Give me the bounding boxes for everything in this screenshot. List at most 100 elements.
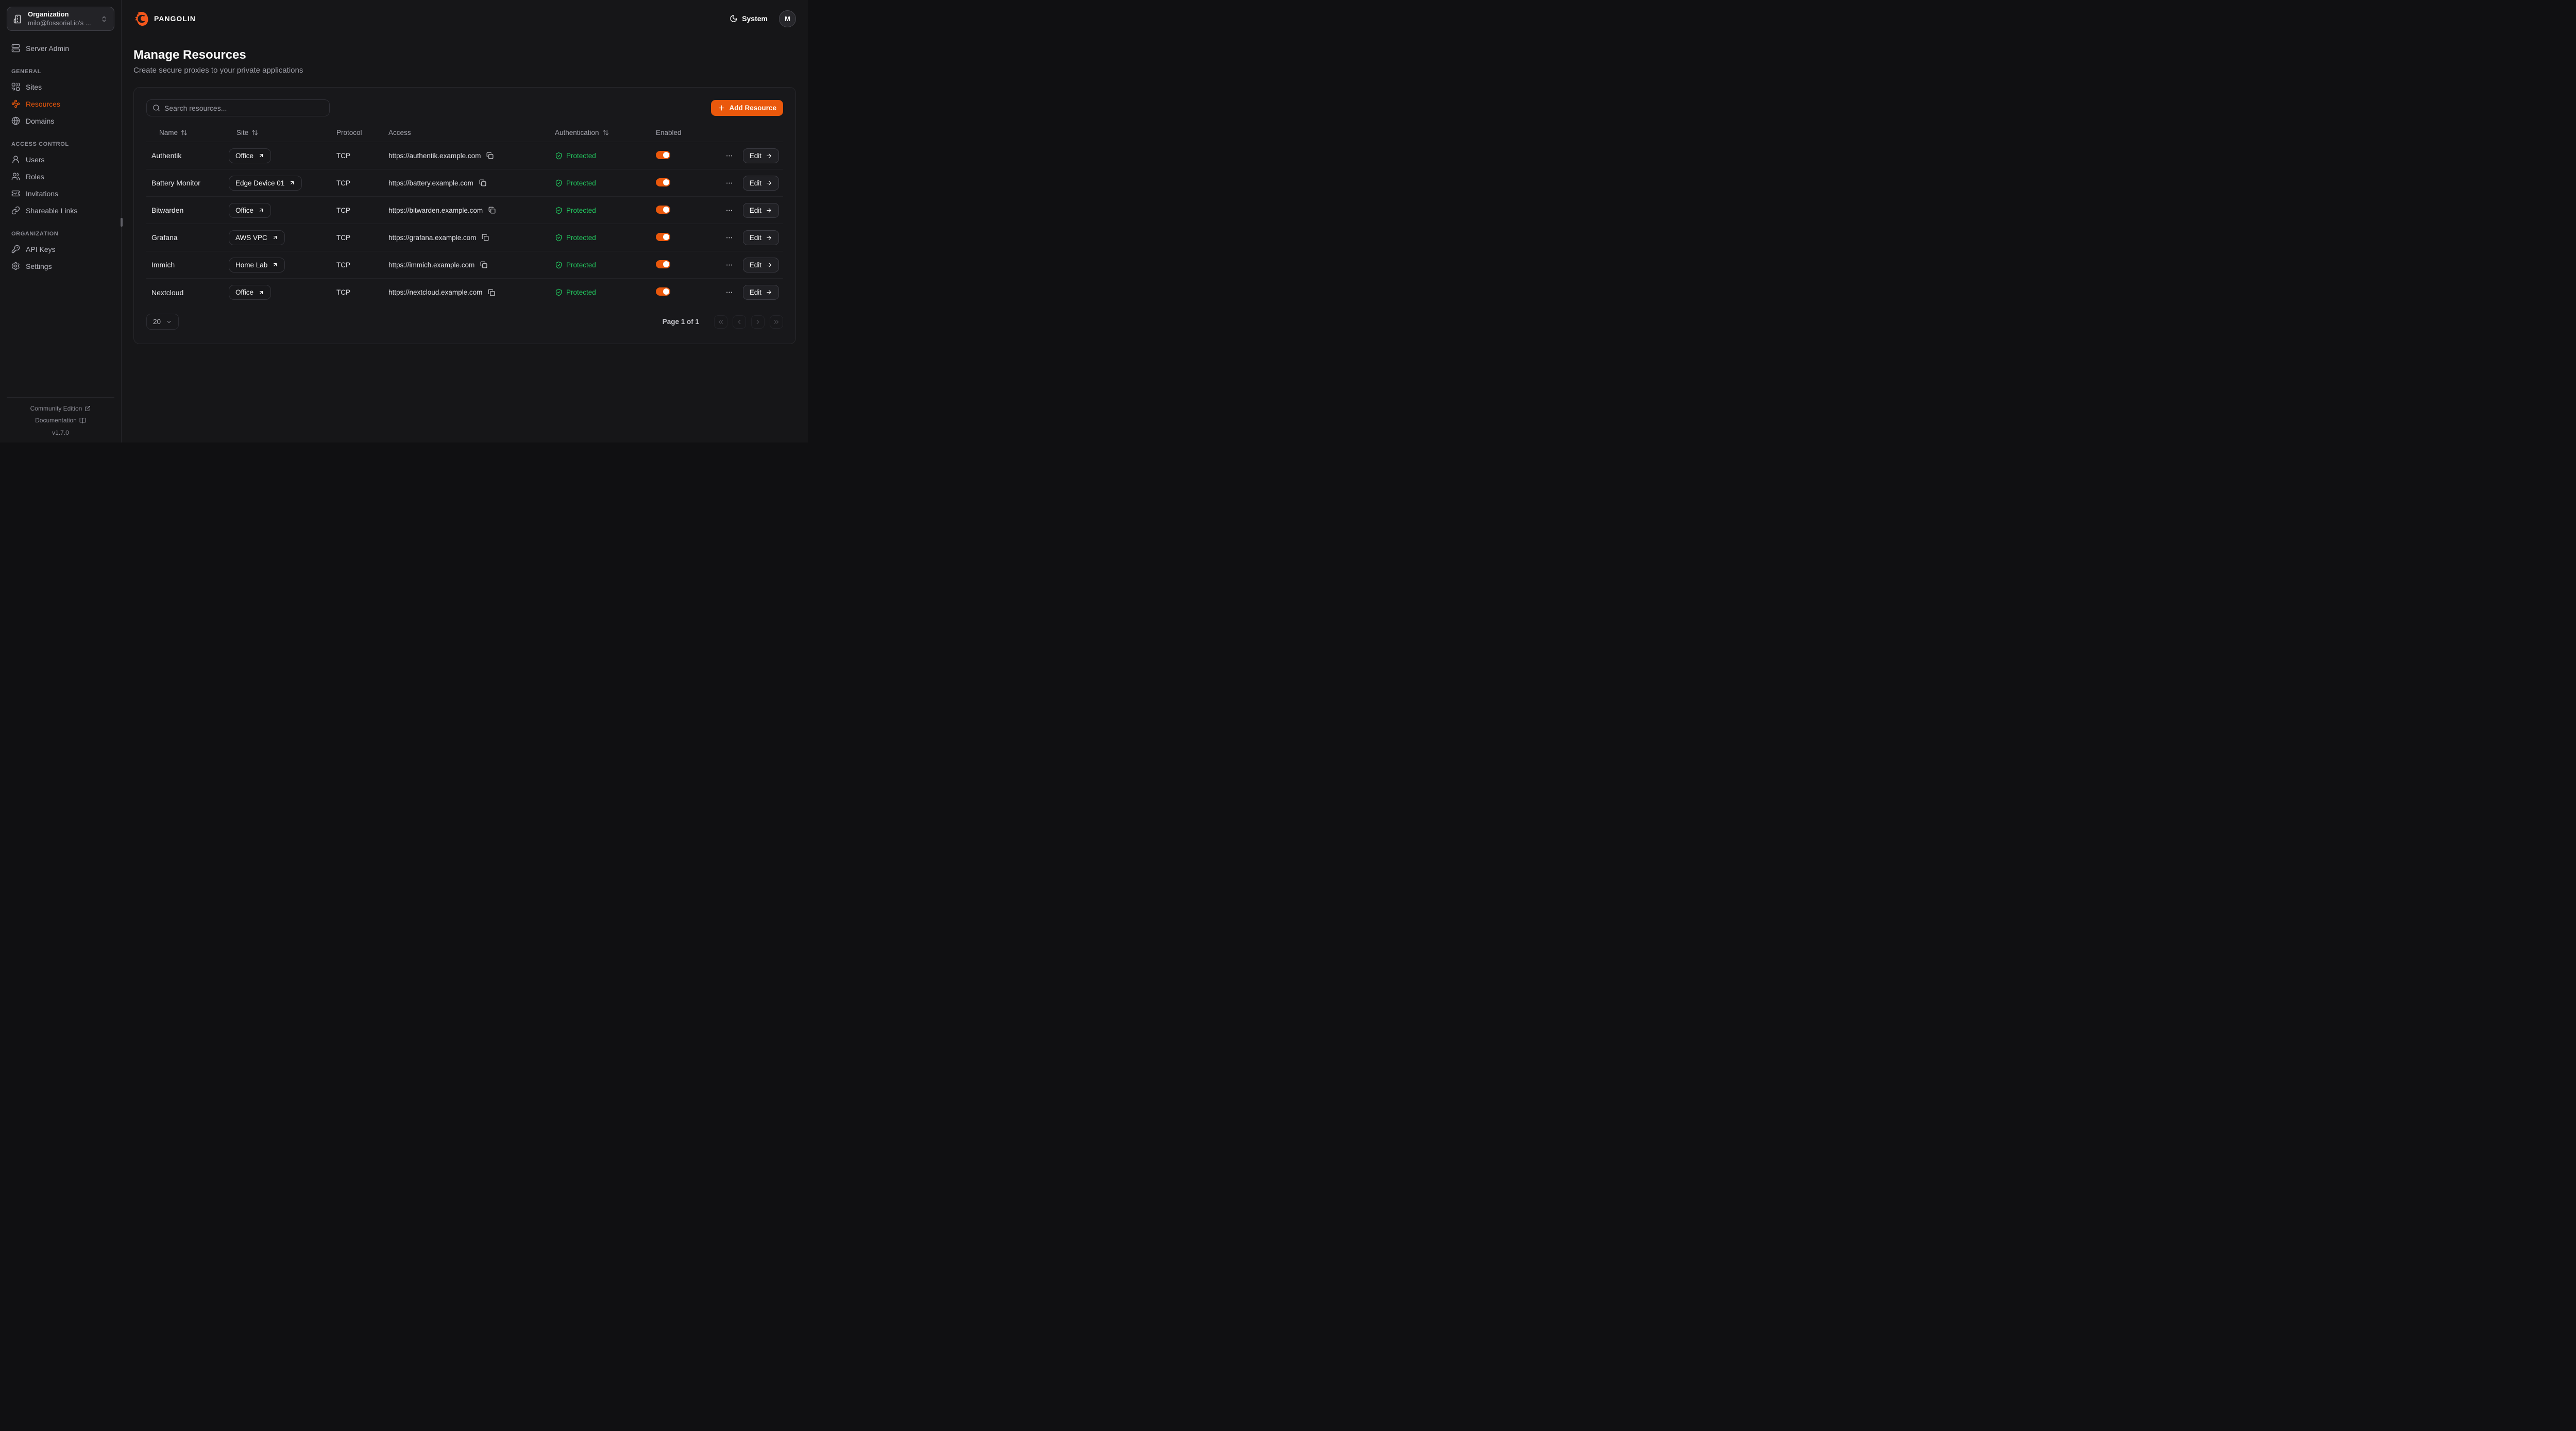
brand-name: PANGOLIN <box>154 14 196 23</box>
chevrons-up-down-icon <box>100 15 108 23</box>
avatar[interactable]: M <box>779 10 796 27</box>
page-subtitle: Create secure proxies to your private ap… <box>133 66 796 75</box>
main-content: PANGOLIN System M Manage Resources Creat… <box>122 0 808 442</box>
theme-toggle[interactable]: System <box>730 14 768 23</box>
sidebar-item-label: Server Admin <box>26 44 69 53</box>
copy-url-button[interactable] <box>482 234 489 241</box>
resources-card: Add Resource Name Site Protocol Access A… <box>133 87 796 344</box>
copy-url-button[interactable] <box>488 289 495 296</box>
shield-check-icon <box>555 179 563 187</box>
resource-protocol: TCP <box>336 288 388 296</box>
enabled-toggle[interactable] <box>656 287 670 296</box>
site-link[interactable]: Office <box>229 148 271 163</box>
site-link[interactable]: Office <box>229 203 271 218</box>
copy-url-button[interactable] <box>488 207 496 214</box>
sidebar-item-server-admin[interactable]: Server Admin <box>7 40 114 56</box>
nav-section-general: GENERAL <box>7 69 114 75</box>
sidebar-item-domains[interactable]: Domains <box>7 113 114 129</box>
sidebar-nav: Server Admin GENERAL Sites Resources <box>7 40 114 275</box>
table-body: Authentik Office TCP https://authentik.e… <box>146 142 783 306</box>
auth-status-badge: Protected <box>555 261 656 269</box>
auth-status-badge: Protected <box>555 234 656 242</box>
first-page-button[interactable] <box>714 315 727 329</box>
copy-url-button[interactable] <box>479 179 486 186</box>
sidebar-item-roles[interactable]: Roles <box>7 168 114 184</box>
shield-check-icon <box>555 207 563 214</box>
enabled-toggle[interactable] <box>656 260 670 268</box>
edit-button[interactable]: Edit <box>743 148 779 163</box>
version-label: v1.7.0 <box>7 429 114 436</box>
sidebar-item-resources[interactable]: Resources <box>7 96 114 112</box>
site-link[interactable]: Home Lab <box>229 258 285 272</box>
sidebar-item-label: Invitations <box>26 190 58 198</box>
sidebar-item-invitations[interactable]: Invitations <box>7 185 114 201</box>
topbar: PANGOLIN System M <box>133 0 796 37</box>
row-menu-button[interactable] <box>724 151 734 161</box>
row-menu-button[interactable] <box>724 260 734 270</box>
last-page-button[interactable] <box>770 315 783 329</box>
enabled-toggle[interactable] <box>656 178 670 186</box>
row-menu-button[interactable] <box>724 233 734 243</box>
column-header-authentication[interactable]: Authentication <box>555 129 656 137</box>
sidebar-item-shareable-links[interactable]: Shareable Links <box>7 202 114 218</box>
resource-protocol: TCP <box>336 179 388 187</box>
enabled-toggle[interactable] <box>656 151 670 159</box>
auth-status-badge: Protected <box>555 288 656 296</box>
waypoints-icon <box>11 99 20 108</box>
resource-name: Nextcloud <box>151 288 229 297</box>
sidebar-item-label: Settings <box>26 262 52 270</box>
edit-button[interactable]: Edit <box>743 285 779 300</box>
arrow-up-right-icon <box>272 234 278 241</box>
pagination-status: Page 1 of 1 <box>663 318 699 326</box>
resource-url: https://battery.example.com <box>388 179 473 187</box>
row-menu-button[interactable] <box>724 178 734 188</box>
table-row: Bitwarden Office TCP https://bitwarden.e… <box>146 197 783 224</box>
copy-url-button[interactable] <box>486 152 494 159</box>
org-switcher-value: milo@fossorial.io's ... <box>28 19 95 27</box>
documentation-link[interactable]: Documentation <box>35 417 86 424</box>
next-page-button[interactable] <box>751 315 765 329</box>
chevrons-left-icon <box>717 318 724 326</box>
sidebar-item-sites[interactable]: Sites <box>7 79 114 95</box>
sidebar-resize-handle[interactable] <box>121 218 123 227</box>
avatar-initial: M <box>785 15 790 23</box>
row-menu-button[interactable] <box>724 206 734 215</box>
page-head: Manage Resources Create secure proxies t… <box>133 48 796 75</box>
pangolin-logo <box>133 11 149 27</box>
arrow-right-icon <box>766 234 772 241</box>
row-menu-button[interactable] <box>724 287 734 297</box>
enabled-toggle[interactable] <box>656 206 670 214</box>
arrow-up-right-icon <box>272 262 278 268</box>
resource-name: Battery Monitor <box>151 179 229 187</box>
column-header-name[interactable]: Name <box>151 129 229 137</box>
edit-button[interactable]: Edit <box>743 203 779 218</box>
edit-button[interactable]: Edit <box>743 230 779 245</box>
sidebar-item-label: Domains <box>26 117 54 125</box>
copy-url-button[interactable] <box>480 261 487 268</box>
chevron-left-icon <box>736 318 743 326</box>
prev-page-button[interactable] <box>733 315 746 329</box>
site-link[interactable]: AWS VPC <box>229 230 285 245</box>
users-icon <box>11 172 20 181</box>
brand-home-link[interactable]: PANGOLIN <box>133 11 196 27</box>
edit-button[interactable]: Edit <box>743 176 779 191</box>
sidebar-item-api-keys[interactable]: API Keys <box>7 241 114 257</box>
community-edition-link[interactable]: Community Edition <box>30 405 91 412</box>
chevron-right-icon <box>754 318 761 326</box>
sidebar-item-users[interactable]: Users <box>7 151 114 167</box>
site-link[interactable]: Office <box>229 285 271 300</box>
org-switcher[interactable]: Organization milo@fossorial.io's ... <box>7 7 114 31</box>
search-input[interactable] <box>164 104 324 112</box>
arrow-right-icon <box>766 207 772 214</box>
add-resource-button[interactable]: Add Resource <box>711 100 783 116</box>
arrow-up-right-icon <box>258 289 264 296</box>
sidebar-item-settings[interactable]: Settings <box>7 258 114 274</box>
sidebar-item-label: Users <box>26 156 45 164</box>
combine-icon <box>11 82 20 91</box>
link-icon <box>11 206 20 215</box>
enabled-toggle[interactable] <box>656 233 670 241</box>
site-link[interactable]: Edge Device 01 <box>229 176 302 191</box>
column-header-site[interactable]: Site <box>229 129 336 137</box>
page-size-select[interactable]: 20 <box>146 314 179 330</box>
edit-button[interactable]: Edit <box>743 258 779 272</box>
